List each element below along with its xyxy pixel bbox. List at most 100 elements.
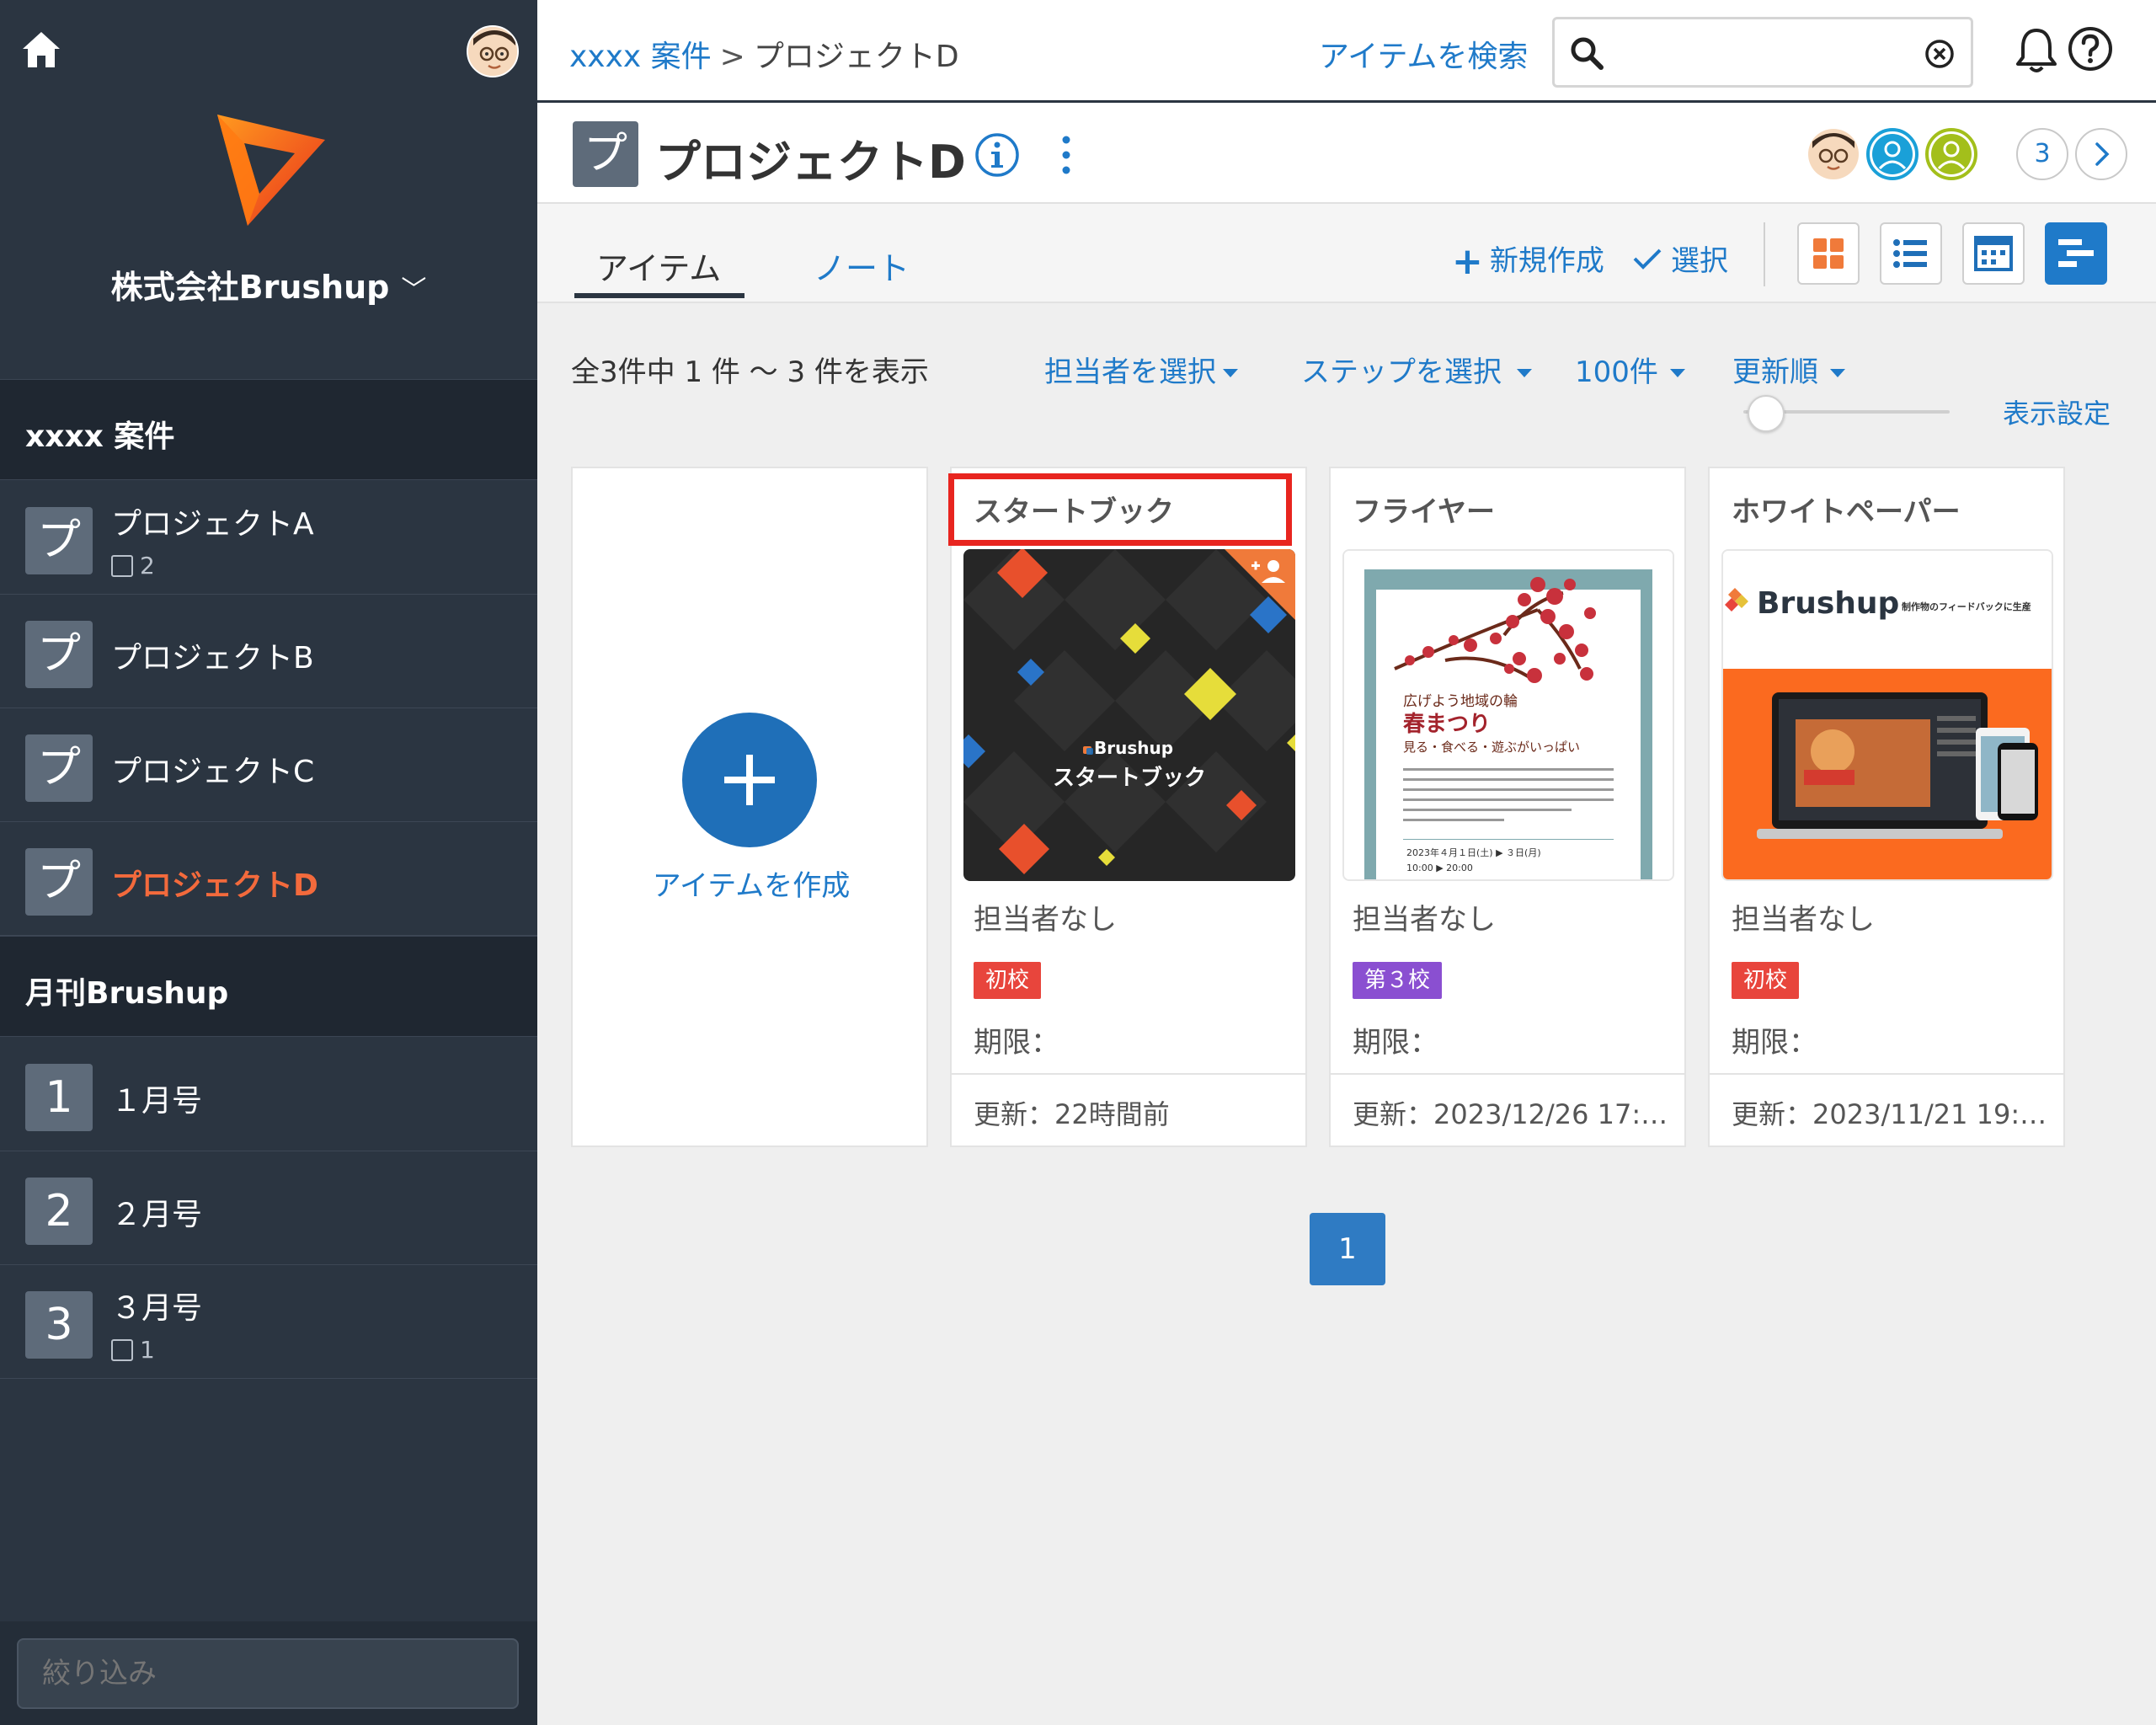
clear-search-icon[interactable] [1924, 38, 1956, 70]
view-calendar-button[interactable] [1962, 222, 2025, 285]
task-count-value: 1 [140, 1336, 155, 1364]
checklist-icon [111, 1339, 133, 1361]
notification-bell-icon[interactable] [2013, 25, 2060, 76]
sidebar-item-project-b[interactable]: プ プロジェクトB [0, 595, 537, 708]
thumb-date: 2023年４月１日(土) ▶ ３日(月) [1406, 846, 1541, 858]
sidebar: 株式会社Brushup ﹀ xxxx 案件 プ プロジェクトA 2 プ プロジェク… [0, 0, 537, 1725]
member-avatar[interactable] [1866, 128, 1919, 180]
sidebar-filter-area [0, 1621, 537, 1725]
chevron-down-icon: ﹀ [401, 275, 427, 305]
sidebar-item-project-a[interactable]: プ プロジェクトA 2 [0, 481, 537, 595]
sidebar-item-issue-1[interactable]: 1 １月号 [0, 1038, 537, 1151]
top-bar: xxxx 案件 > プロジェクトD アイテムを検索 [537, 0, 2156, 103]
step-badge: 初校 [974, 962, 1042, 999]
sidebar-item-label: ３月号 [111, 1291, 203, 1326]
thumbnail-size-slider-handle[interactable] [1748, 395, 1785, 432]
home-icon[interactable] [20, 29, 62, 71]
breadcrumb-current: プロジェクトD [753, 40, 959, 74]
create-item-label[interactable]: アイテムを作成 [573, 862, 930, 904]
thumb-title: スタートブック [1053, 765, 1206, 791]
sidebar-group-name: 月刊Brushup [25, 976, 229, 1011]
item-thumbnail[interactable]: Brushup スタートブック [963, 549, 1295, 881]
gantt-view-icon [2058, 239, 2094, 267]
item-thumbnail[interactable]: Brushup 制作物のフィードバックに生産 [1721, 549, 2053, 881]
thumb-time: 10:00 ▶ 20:00 [1406, 862, 1473, 873]
check-icon [1633, 248, 1662, 270]
tab-bar: アイテム ノート + 新規作成 選択 [537, 204, 2156, 303]
member-avatar[interactable] [1925, 128, 1977, 180]
search-items-link[interactable]: アイテムを検索 [1319, 32, 1528, 76]
pagination-page-1[interactable]: 1 [1310, 1213, 1385, 1285]
brushup-logo-icon [217, 115, 325, 226]
item-card[interactable]: スタートブック Brushup スタートブック 担当者なし 初校 期限： 更新：… [948, 467, 1307, 1147]
item-assignee: 担当者なし [1732, 903, 1875, 937]
new-item-label: 新規作成 [1489, 244, 1604, 278]
sidebar-item-label: プロジェクトC [111, 755, 315, 789]
per-page-filter[interactable]: 100件 [1575, 349, 1685, 390]
breadcrumb-link[interactable]: xxxx 案件 [569, 40, 712, 74]
item-title[interactable]: ホワイトペーパー [1732, 489, 1961, 530]
members-next-button[interactable] [2075, 128, 2127, 180]
step-filter[interactable]: ステップを選択 [1301, 349, 1532, 390]
grid-view-icon [1813, 238, 1844, 269]
create-item-card[interactable]: アイテムを作成 [571, 467, 928, 1147]
sidebar-item-project-c[interactable]: プ プロジェクトC [0, 708, 537, 822]
item-title[interactable]: フライヤー [1353, 489, 1495, 530]
view-gantt-button[interactable] [2045, 222, 2107, 285]
member-count[interactable]: 3 [2016, 128, 2068, 180]
member-avatar[interactable] [1807, 128, 1860, 180]
sidebar-group-header[interactable]: 月刊Brushup [0, 936, 537, 1037]
issue-badge: 3 [25, 1291, 93, 1359]
company-switcher[interactable]: 株式会社Brushup ﹀ [0, 261, 537, 307]
help-icon[interactable] [2067, 25, 2114, 72]
toolbar-divider [1764, 222, 1765, 286]
tab-notes[interactable]: ノート [814, 243, 910, 289]
search-input[interactable] [1614, 28, 1900, 77]
item-card[interactable]: ホワイトペーパー Brushup 制作物のフィードバックに生産 担当者なし 初校… [1708, 467, 2065, 1147]
project-badge: プ [25, 734, 93, 802]
item-card[interactable]: フライヤー 広げよう地域の輪 春まつり 見る・食べる・遊ぶがいっぱい 2023年… [1329, 467, 1686, 1147]
sort-filter[interactable]: 更新順 [1732, 349, 1845, 390]
item-updated: 更新：2023/12/26 17:00 [1353, 1098, 1673, 1130]
sidebar-item-label: １月号 [111, 1084, 203, 1119]
issue-badge: 1 [25, 1064, 93, 1131]
select-label: 選択 [1671, 244, 1728, 278]
item-assignee: 担当者なし [974, 903, 1117, 937]
more-menu-icon[interactable] [1049, 131, 1083, 179]
tab-items[interactable]: アイテム [596, 243, 721, 289]
breadcrumb: xxxx 案件 > プロジェクトD [569, 32, 959, 76]
task-count: 1 [111, 1336, 155, 1364]
info-icon[interactable] [974, 131, 1021, 179]
assignee-filter[interactable]: 担当者を選択 [1044, 349, 1238, 390]
sidebar-item-label: プロジェクトA [111, 507, 314, 542]
user-avatar[interactable] [467, 25, 519, 77]
card-footer: 更新：2023/11/21 19:00 [1710, 1073, 2063, 1146]
sidebar-filter-input[interactable] [17, 1638, 519, 1709]
display-settings-link[interactable]: 表示設定 [2003, 393, 2111, 431]
caret-down-icon [1669, 369, 1685, 377]
thumb-title: 春まつり [1403, 712, 1491, 737]
chevron-right-icon [2095, 142, 2110, 166]
sidebar-header: 株式会社Brushup ﹀ [0, 0, 537, 379]
checklist-icon [111, 555, 133, 577]
sidebar-group-header[interactable]: xxxx 案件 [0, 379, 537, 480]
sidebar-item-issue-2[interactable]: 2 ２月号 [0, 1151, 537, 1265]
item-due: 期限： [1353, 1026, 1438, 1060]
caret-down-icon [1517, 369, 1532, 377]
step-badge: 初校 [1732, 962, 1800, 999]
project-header: プ プロジェクトD 3 [537, 103, 2156, 204]
view-list-button[interactable] [1880, 222, 1942, 285]
add-item-icon[interactable] [682, 713, 817, 847]
item-title[interactable]: スタートブック [974, 489, 1174, 530]
sidebar-item-project-d[interactable]: プ プロジェクトD [0, 822, 537, 936]
thumb-tagline: 制作物のフィードバックに生産 [1902, 601, 2031, 612]
view-grid-button[interactable] [1797, 222, 1860, 285]
sidebar-item-issue-3[interactable]: 3 ３月号 1 [0, 1265, 537, 1379]
step-filter-label: ステップを選択 [1301, 355, 1502, 389]
item-updated: 更新：2023/11/21 19:00 [1732, 1098, 2052, 1130]
select-button[interactable]: 選択 [1632, 238, 1728, 279]
sidebar-group-name: xxxx 案件 [25, 419, 175, 454]
item-thumbnail[interactable]: 広げよう地域の輪 春まつり 見る・食べる・遊ぶがいっぱい 2023年４月１日(土… [1342, 549, 1674, 881]
issue-badge: 2 [25, 1178, 93, 1245]
new-item-button[interactable]: + 新規作成 [1452, 238, 1604, 283]
